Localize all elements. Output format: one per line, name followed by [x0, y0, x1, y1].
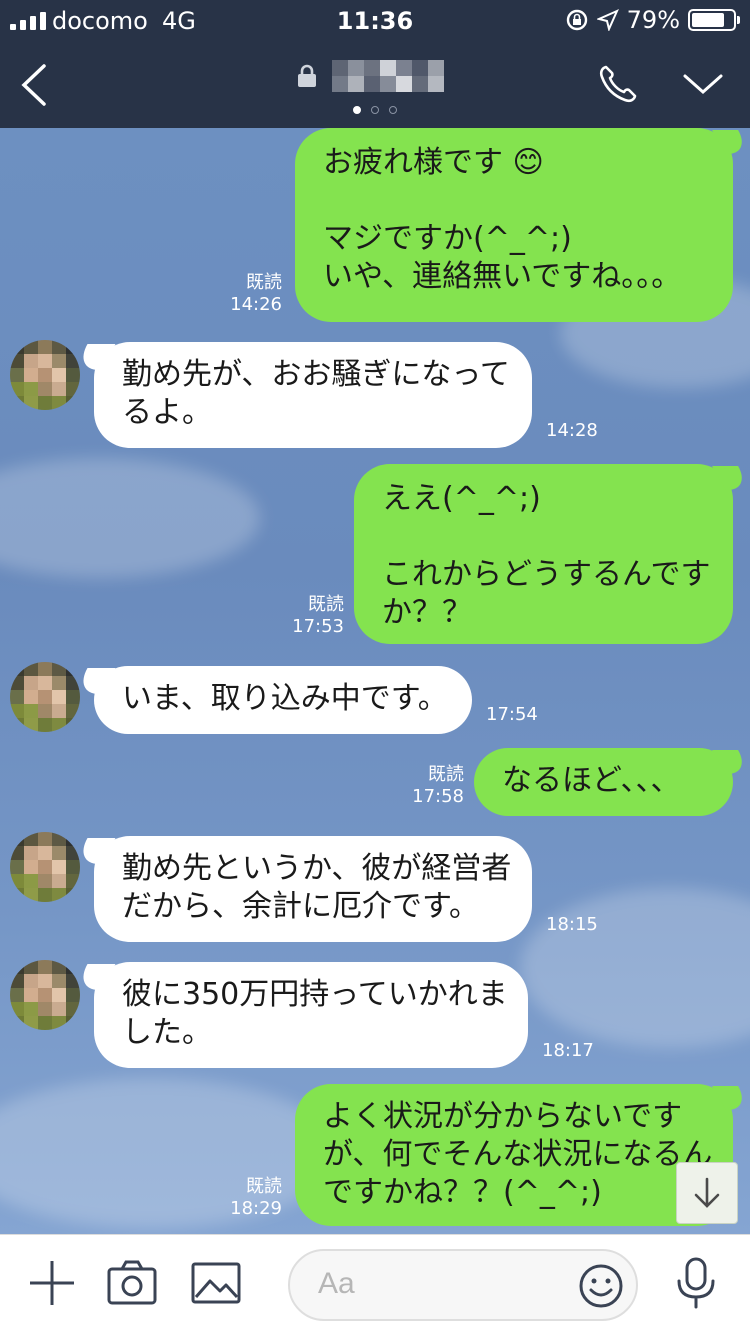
message-bubble-incoming[interactable]: いま、取り込み中です。	[94, 666, 472, 734]
message-line: ですかね？？(^_^;)	[323, 1175, 602, 1210]
avatar[interactable]	[10, 832, 80, 902]
message-line	[323, 182, 705, 220]
message-line: した。	[122, 1015, 212, 1050]
message-meta: 既読 17:53	[282, 594, 344, 638]
plus-icon[interactable]	[26, 1257, 78, 1309]
message-line: か？？	[382, 595, 472, 630]
message-line	[382, 518, 705, 556]
chat-header	[0, 42, 750, 128]
message-meta: 既読 14:26	[220, 272, 282, 316]
message-line: いま、取り込み中です。	[122, 681, 448, 716]
page-indicator	[0, 106, 750, 114]
message-bubble-outgoing[interactable]: なるほど、、、	[474, 748, 733, 816]
message-time: 17:58	[412, 786, 464, 807]
page-dot	[389, 106, 397, 114]
message-line: 勤め先というか、彼が経営者	[122, 851, 512, 886]
message-line: よく状況が分からないです	[323, 1099, 683, 1134]
arrow-down-icon	[694, 1177, 720, 1208]
message-time: 17:53	[292, 616, 344, 637]
message-line: 彼に350万円持っていかれま	[122, 977, 508, 1012]
message-line: だから、余計に厄介です。	[122, 889, 479, 924]
message-line: 勤め先が、おお騒ぎになって	[122, 357, 510, 392]
image-icon[interactable]	[190, 1257, 242, 1309]
read-receipt: 既読	[246, 1176, 282, 1197]
message-time: 18:15	[546, 914, 598, 935]
page-dot	[353, 106, 361, 114]
status-bar: docomo 4G 11:36 79%	[0, 0, 750, 42]
chevron-left-icon[interactable]	[14, 62, 54, 108]
contact-name[interactable]	[296, 60, 444, 92]
message-bubble-incoming[interactable]: 彼に350万円持っていかれま した。	[94, 962, 528, 1068]
message-time: 14:28	[546, 420, 598, 441]
message-line: るよ。	[122, 395, 212, 430]
message-bubble-outgoing[interactable]: ええ(^_^;) これからどうするんです か？？	[354, 464, 733, 644]
battery-percent: 79%	[626, 6, 680, 34]
read-receipt: 既読	[308, 594, 344, 615]
message-meta: 既読 17:58	[402, 764, 464, 808]
message-time: 17:54	[486, 704, 538, 725]
message-meta: 既読 18:29	[220, 1176, 282, 1220]
scroll-to-bottom-button[interactable]	[676, 1162, 738, 1224]
message-bubble-outgoing[interactable]: よく状況が分からないです が、何でそんな状況になるん ですかね？？(^_^;)	[295, 1084, 733, 1226]
chevron-down-icon[interactable]	[682, 70, 724, 98]
lock-icon	[298, 64, 316, 87]
page-dot	[371, 106, 379, 114]
avatar[interactable]	[10, 340, 80, 410]
avatar[interactable]	[10, 662, 80, 732]
camera-icon[interactable]	[106, 1257, 158, 1309]
message-line: いや、連絡無いですね。。。	[323, 259, 682, 294]
message-time: 14:26	[230, 294, 282, 315]
microphone-icon[interactable]	[670, 1257, 722, 1309]
avatar[interactable]	[10, 960, 80, 1030]
message-bubble-incoming[interactable]: 勤め先が、おお騒ぎになって るよ。	[94, 342, 532, 448]
chat-area[interactable]: 既読 14:26 お疲れ様です 😊 マジですか(^_^;) いや、連絡無いですね…	[0, 128, 750, 1234]
location-icon	[596, 9, 619, 31]
input-placeholder: Aa	[318, 1267, 355, 1300]
read-receipt: 既読	[246, 272, 282, 293]
message-line: お疲れ様です 😊	[323, 145, 544, 180]
message-line: が、何でそんな状況になるん	[323, 1137, 713, 1172]
message-bubble-outgoing[interactable]: お疲れ様です 😊 マジですか(^_^;) いや、連絡無いですね。。。	[295, 128, 733, 322]
rotation-lock-icon	[566, 9, 587, 31]
blurred-name	[332, 60, 444, 92]
phone-icon[interactable]	[596, 62, 640, 106]
message-line: ええ(^_^;)	[382, 481, 541, 516]
battery-icon	[688, 9, 740, 31]
message-time: 18:17	[542, 1040, 594, 1061]
message-input[interactable]: Aa	[288, 1249, 638, 1321]
top-bar: docomo 4G 11:36 79%	[0, 0, 750, 128]
message-line: マジですか(^_^;)	[323, 221, 572, 256]
message-line: これからどうするんです	[382, 557, 711, 592]
message-time: 18:29	[230, 1198, 282, 1219]
input-bar: Aa	[0, 1234, 750, 1334]
smiley-icon[interactable]	[578, 1263, 624, 1309]
message-line: なるほど、、、	[502, 763, 681, 798]
read-receipt: 既読	[428, 764, 464, 785]
message-bubble-incoming[interactable]: 勤め先というか、彼が経営者 だから、余計に厄介です。	[94, 836, 532, 942]
